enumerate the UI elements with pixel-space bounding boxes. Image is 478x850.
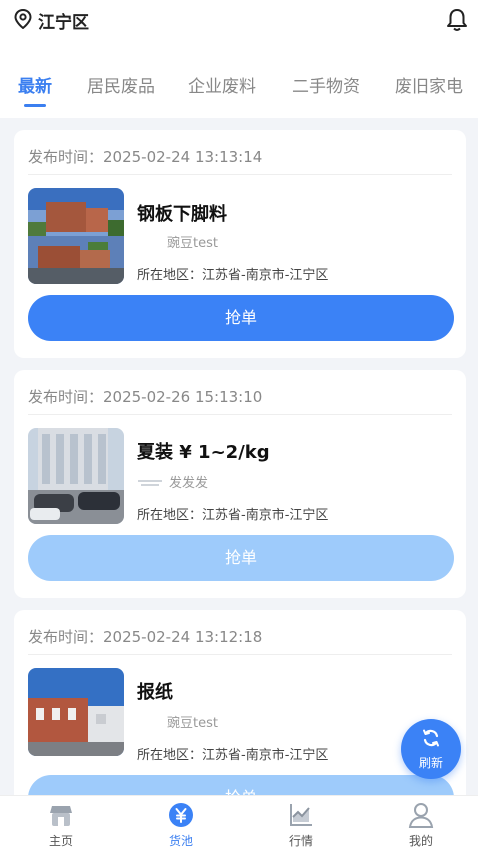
listing-card[interactable]: 发布时间：2025-02-26 15:13:10 夏装 ¥ 1~2/kg 发发发… xyxy=(14,370,466,598)
nav-label-home: 主页 xyxy=(48,834,73,848)
active-tab-indicator xyxy=(24,104,46,107)
publish-time: 发布时间：2025-02-24 13:13:14 xyxy=(28,148,263,166)
publisher-name: 发发发 xyxy=(137,472,208,491)
location-selector[interactable]: 江宁区 xyxy=(14,8,89,33)
refresh-label: 刷新 xyxy=(418,756,443,770)
publish-time: 发布时间：2025-02-26 15:13:10 xyxy=(28,388,263,406)
user-icon xyxy=(408,802,434,832)
publisher-name-text: 豌豆test xyxy=(167,716,218,731)
nav-label-mine: 我的 xyxy=(408,834,433,848)
nav-item-market[interactable]: 行情 xyxy=(261,796,341,850)
divider xyxy=(28,174,452,175)
listing-region: 所在地区：江苏省-南京市-江宁区 xyxy=(137,508,329,523)
listing-card[interactable]: 发布时间：2025-02-24 13:13:14 钢板下脚料 豌豆test 所在… xyxy=(14,130,466,358)
listing-image xyxy=(28,188,124,284)
listing-region: 所在地区：江苏省-南京市-江宁区 xyxy=(137,748,329,763)
grab-order-button[interactable]: 抢单 xyxy=(28,295,454,341)
chart-icon xyxy=(288,802,314,832)
publisher-name-text: 发发发 xyxy=(169,476,209,491)
refresh-button[interactable]: 刷新 xyxy=(401,719,461,779)
nav-label-pool: 货池 xyxy=(168,834,193,848)
listing-title: 钢板下脚料 xyxy=(137,204,227,225)
tab-enterprise-waste[interactable]: 企业废料 xyxy=(188,72,256,97)
category-tabs: 最新 居民废品 企业废料 二手物资 废旧家电 xyxy=(0,72,478,102)
notification-bell-icon[interactable] xyxy=(446,8,468,36)
listing-card[interactable]: 发布时间：2025-02-24 13:12:18 报纸 豌豆test 所在地区：… xyxy=(14,610,466,810)
tab-second-hand[interactable]: 二手物资 xyxy=(292,72,360,97)
publisher-name: 豌豆test xyxy=(137,232,218,251)
listing-region: 所在地区：江苏省-南京市-江宁区 xyxy=(137,268,329,283)
listing-image xyxy=(28,428,124,524)
location-text: 江宁区 xyxy=(38,13,89,33)
yuan-icon xyxy=(168,802,194,832)
divider xyxy=(28,414,452,415)
listing-title: 夏装 ¥ 1~2/kg xyxy=(137,442,270,463)
location-pin-icon xyxy=(14,8,32,33)
listing-title: 报纸 xyxy=(137,682,173,703)
publisher-avatar xyxy=(137,477,163,487)
home-icon xyxy=(48,802,74,832)
divider xyxy=(28,654,452,655)
tab-latest[interactable]: 最新 xyxy=(18,72,52,97)
bottom-navigation: 主页 货池 行情 我的 xyxy=(0,795,478,850)
top-header: 江宁区 最新 居民废品 企业废料 二手物资 废旧家电 xyxy=(0,0,478,118)
publisher-name-text: 豌豆test xyxy=(167,236,218,251)
tab-old-appliances[interactable]: 废旧家电 xyxy=(395,72,463,97)
nav-item-pool[interactable]: 货池 xyxy=(141,796,221,850)
nav-item-mine[interactable]: 我的 xyxy=(381,796,461,850)
nav-item-home[interactable]: 主页 xyxy=(21,796,101,850)
grab-order-button[interactable]: 抢单 xyxy=(28,535,454,581)
nav-label-market: 行情 xyxy=(288,834,313,848)
publish-time: 发布时间：2025-02-24 13:12:18 xyxy=(28,628,263,646)
listing-image xyxy=(28,668,124,756)
publisher-name: 豌豆test xyxy=(137,712,218,731)
tab-residential-waste[interactable]: 居民废品 xyxy=(87,72,155,97)
refresh-icon xyxy=(421,728,441,752)
